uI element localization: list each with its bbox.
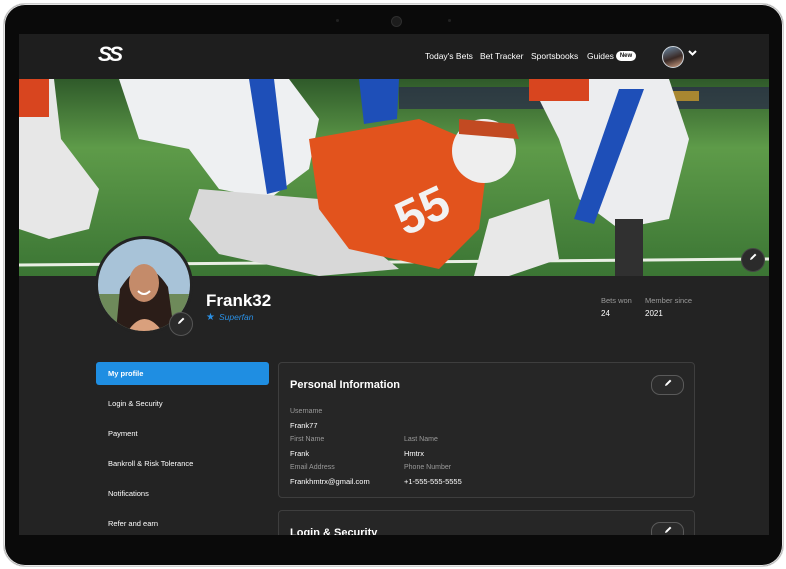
first-name-value: Frank — [290, 449, 310, 458]
nav-link-guides[interactable]: Guides — [587, 51, 614, 61]
sensor-dot — [336, 19, 339, 22]
edit-avatar-button[interactable] — [169, 312, 193, 336]
stat-value-member-since: 2021 — [645, 309, 663, 318]
nav-link-sportsbooks[interactable]: Sportsbooks — [531, 51, 578, 61]
sidebar-item-bankroll[interactable]: Bankroll & Risk Tolerance — [96, 452, 269, 475]
stat-value-bets-won: 24 — [601, 309, 610, 318]
edit-personal-info-button[interactable] — [651, 375, 684, 395]
login-security-card: Login & Security — [278, 510, 695, 535]
app-screen: SS Today's Bets Bet Tracker Sportsbooks … — [19, 34, 769, 535]
tablet-frame: SS Today's Bets Bet Tracker Sportsbooks … — [3, 3, 784, 567]
username-label: Username — [290, 408, 323, 415]
sidebar-item-refer-earn[interactable]: Refer and earn — [96, 512, 269, 535]
phone-label: Phone Number — [404, 464, 452, 471]
nav-link-todays-bets[interactable]: Today's Bets — [425, 51, 473, 61]
sidebar-item-login-security[interactable]: Login & Security — [96, 392, 269, 415]
brand-logo[interactable]: SS — [98, 43, 123, 67]
phone-value: +1-555-555-5555 — [404, 477, 462, 486]
email-label: Email Address — [290, 464, 335, 471]
card-title: Login & Security — [290, 527, 378, 535]
sidebar-item-my-profile[interactable]: My profile — [96, 362, 269, 385]
first-name-label: First Name — [290, 436, 325, 443]
user-avatar[interactable] — [662, 46, 684, 68]
email-value: Frankhmtrx@gmail.com — [290, 477, 370, 486]
pencil-icon — [178, 317, 185, 324]
pencil-icon — [664, 379, 671, 386]
pencil-icon — [750, 253, 757, 260]
edit-login-security-button[interactable] — [651, 522, 684, 535]
card-title: Personal Information — [290, 379, 401, 391]
sensor-dot — [448, 19, 451, 22]
last-name-value: Hmtrx — [404, 449, 424, 458]
stat-label-bets-won: Bets won — [601, 296, 632, 305]
stat-label-member-since: Member since — [645, 296, 693, 305]
star-icon: ★ — [206, 312, 215, 323]
pencil-icon — [664, 526, 671, 533]
last-name-label: Last Name — [404, 436, 438, 443]
sidebar-item-payment[interactable]: Payment — [96, 422, 269, 445]
camera — [391, 16, 402, 27]
tier-badge: ★ Superfan — [206, 312, 253, 323]
personal-information-card: Personal Information Username Frank77 Fi… — [278, 362, 695, 498]
username-value: Frank77 — [290, 421, 318, 430]
edit-cover-button[interactable] — [741, 248, 765, 272]
top-navigation: SS Today's Bets Bet Tracker Sportsbooks … — [19, 34, 769, 79]
new-badge: New — [616, 51, 636, 61]
profile-username: Frank32 — [206, 291, 272, 310]
chevron-down-icon[interactable] — [687, 47, 698, 61]
sidebar-item-notifications[interactable]: Notifications — [96, 482, 269, 505]
nav-link-bet-tracker[interactable]: Bet Tracker — [480, 51, 523, 61]
tier-label: Superfan — [218, 312, 254, 322]
